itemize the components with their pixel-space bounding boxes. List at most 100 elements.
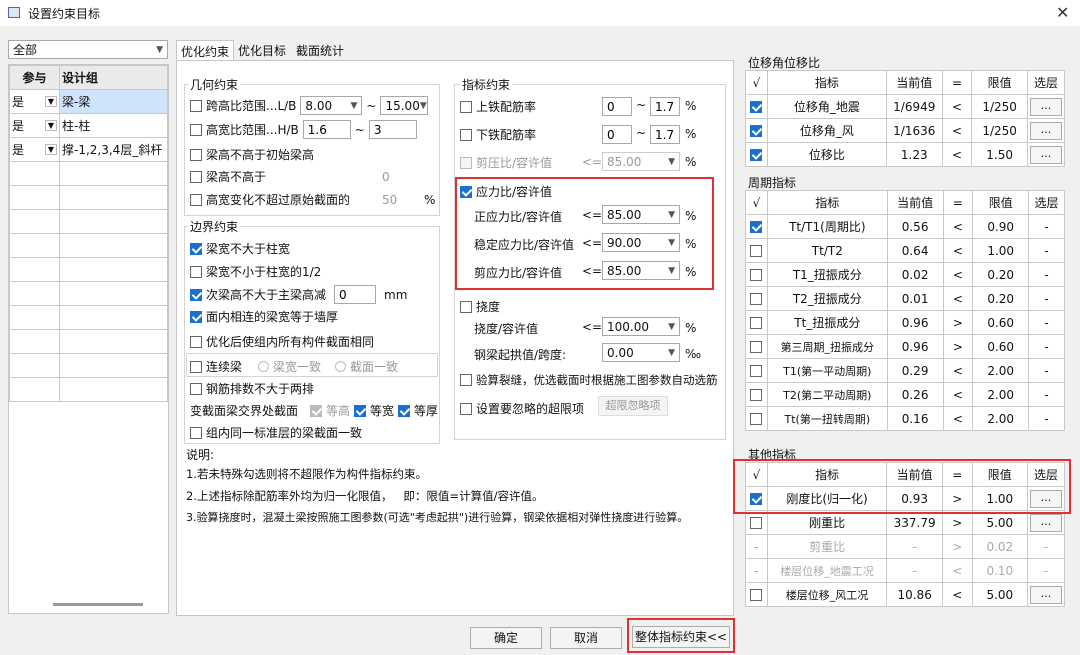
b8-equal-width-checkbox[interactable] [354, 404, 367, 417]
empty-row [9, 209, 168, 234]
table-row[interactable]: 位移比 1.23 < 1.50 ... [745, 142, 1066, 167]
s1-select[interactable]: 85.00 ▼ [602, 205, 680, 224]
camber-select[interactable]: 0.00 ▼ [602, 343, 680, 362]
tab-constraints[interactable]: 优化约束 [176, 40, 235, 60]
crack-checkbox[interactable] [460, 374, 472, 386]
row-checkbox[interactable] [750, 101, 763, 113]
s3-label: 剪应力比/容许值 [474, 266, 563, 280]
table-row[interactable]: T2_扭振成分 0.01 <0.20- [745, 286, 1065, 311]
shear-comp-select[interactable]: 85.00 ▼ [602, 152, 680, 171]
group-name[interactable]: 梁-梁 [59, 89, 168, 114]
bot-rebar-min-input[interactable] [602, 125, 632, 144]
radio-width-same[interactable] [258, 361, 270, 372]
beam-height-checkbox[interactable] [190, 170, 202, 183]
deflection-checkbox[interactable] [460, 300, 472, 313]
group-name[interactable]: 柱-柱 [59, 113, 168, 138]
beam-height-init-checkbox[interactable] [190, 148, 202, 161]
ignore-items-button[interactable]: 超限忽略项 [598, 396, 668, 416]
row-checkbox[interactable] [750, 389, 763, 401]
b8-equal-thick-checkbox[interactable] [398, 404, 411, 417]
chevron-down-icon[interactable]: ▼ [44, 120, 57, 131]
cancel-button[interactable]: 取消 [550, 627, 622, 649]
bot-rebar-max-input[interactable] [650, 125, 680, 144]
select-floors-button[interactable]: ... [1029, 145, 1062, 164]
stress-checkbox[interactable] [460, 185, 472, 198]
b2-checkbox[interactable] [190, 265, 202, 278]
row-checkbox[interactable] [750, 125, 763, 137]
table-row[interactable]: T1_扭振成分 0.02 <0.20- [745, 262, 1065, 287]
group-filter-value: 全部 [13, 42, 38, 57]
chevron-down-icon: ▼ [156, 44, 163, 55]
b4-checkbox[interactable] [190, 310, 202, 323]
select-floors-button[interactable]: ... [1029, 513, 1062, 532]
table-row[interactable]: 位移角_地震 1/6949 < 1/250 ... [745, 94, 1066, 119]
row-checkbox[interactable] [750, 365, 763, 377]
table-row[interactable]: T1(第一平动周期) 0.29 <2.00- [745, 358, 1065, 383]
table-row[interactable]: Tt/T1(周期比) 0.56 <0.90- [745, 214, 1065, 239]
table-row[interactable]: Tt_扭振成分 0.96 >0.60- [745, 310, 1065, 335]
table-row[interactable]: T2(第二平动周期) 0.26 <2.00- [745, 382, 1065, 407]
hb-change-value[interactable]: 50 [382, 193, 397, 207]
period-header-row: √ 指标 当前值 = 限值 选层 [745, 190, 1065, 215]
b5-checkbox[interactable] [190, 335, 202, 348]
table-row[interactable]: 第三周期_扭振成分 0.96 >0.60- [745, 334, 1065, 359]
beam-height-value[interactable]: 0 [382, 170, 390, 184]
top-rebar-max-input[interactable] [650, 97, 680, 116]
top-rebar-checkbox[interactable] [460, 100, 472, 113]
row-checkbox[interactable] [750, 245, 763, 257]
tab-section-stats[interactable]: 截面统计 [292, 40, 348, 60]
table-row[interactable]: 是 ▼ 柱-柱 [9, 113, 168, 138]
chevron-down-icon[interactable]: ▼ [44, 144, 57, 155]
span-ratio-checkbox[interactable] [190, 99, 202, 112]
group-name[interactable]: 撑-1,2,3,4层_斜杆 [59, 137, 168, 162]
b9-checkbox[interactable] [190, 426, 202, 439]
s3-select[interactable]: 85.00 ▼ [602, 261, 680, 280]
row-checkbox[interactable] [750, 293, 763, 305]
radio-section-same[interactable] [335, 361, 347, 372]
row-checkbox[interactable] [750, 517, 763, 529]
tab-targets[interactable]: 优化目标 [234, 40, 290, 60]
row-checkbox[interactable] [750, 269, 763, 281]
span-min-select[interactable]: 8.00 ▼ [300, 96, 363, 115]
ignore-checkbox[interactable] [460, 402, 472, 415]
select-floors-button[interactable]: ... [1029, 97, 1062, 116]
hb-min-input[interactable] [302, 120, 351, 139]
chevron-down-icon[interactable]: ▼ [44, 96, 57, 107]
shear-comp-checkbox[interactable] [460, 156, 472, 169]
deflection-select[interactable]: 100.00 ▼ [602, 317, 680, 336]
select-floors-button[interactable]: ... [1029, 585, 1062, 604]
row-checkbox[interactable] [750, 341, 763, 353]
row-checkbox[interactable] [750, 589, 763, 601]
select-floors-button[interactable]: ... [1029, 121, 1062, 140]
b6-checkbox[interactable] [190, 360, 202, 373]
note-2: 2.上述指标除配筋率外均为归一化限值， 即：限值=计算值/容许值。 [186, 489, 544, 503]
table-row[interactable]: Tt/T2 0.64 <1.00- [745, 238, 1065, 263]
top-rebar-min-input[interactable] [602, 97, 632, 116]
hb-max-input[interactable] [368, 120, 417, 139]
b3-input[interactable] [334, 285, 377, 304]
row-checkbox[interactable] [750, 149, 763, 161]
table-row[interactable]: Tt(第一扭转周期) 0.16 <2.00- [745, 406, 1065, 431]
b8-equal-height-checkbox[interactable] [310, 404, 323, 417]
ok-button[interactable]: 确定 [470, 627, 542, 649]
table-row[interactable]: 刚重比 337.79 >5.00... [745, 510, 1066, 535]
s2-select[interactable]: 90.00 ▼ [602, 233, 680, 252]
b7-checkbox[interactable] [190, 382, 202, 395]
table-row[interactable]: 楼层位移_风工况 10.86 <5.00... [745, 582, 1066, 607]
row-checkbox[interactable] [750, 413, 763, 425]
horizontal-scrollbar[interactable] [53, 603, 143, 606]
group-filter-select[interactable]: 全部 ▼ [8, 40, 168, 59]
col-header-join: 参与 [9, 65, 60, 90]
table-row[interactable]: 是 ▼ 撑-1,2,3,4层_斜杆 [9, 137, 168, 162]
b1-checkbox[interactable] [190, 242, 202, 255]
bot-rebar-checkbox[interactable] [460, 128, 472, 141]
hb-ratio-checkbox[interactable] [190, 123, 202, 136]
table-row[interactable]: 是 ▼ 梁-梁 [9, 89, 168, 114]
row-checkbox[interactable] [750, 221, 763, 233]
b3-checkbox[interactable] [190, 288, 202, 301]
table-row[interactable]: 位移角_风 1/1636 < 1/250 ... [745, 118, 1066, 143]
close-icon[interactable]: ✕ [1056, 3, 1069, 22]
row-checkbox[interactable] [750, 317, 763, 329]
span-max-select[interactable]: 15.00 ▼ [380, 96, 429, 115]
hb-change-checkbox[interactable] [190, 193, 202, 206]
